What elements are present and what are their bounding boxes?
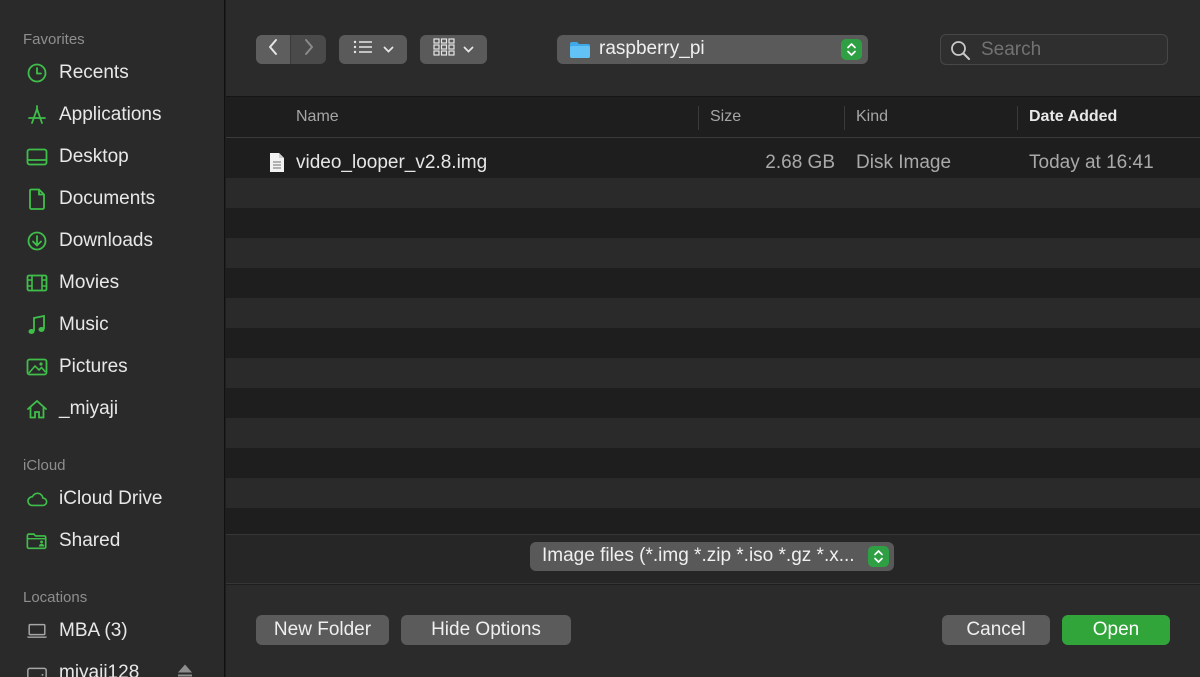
column-name[interactable]: Name — [296, 108, 339, 126]
file-list: video_looper_v2.8.img 2.68 GB Disk Image… — [226, 148, 1200, 534]
sidebar-item-label: Documents — [59, 188, 156, 209]
sidebar-item-label: Downloads — [59, 230, 153, 251]
row-stripe — [226, 298, 1200, 328]
sidebar-item-label: Applications — [59, 104, 162, 125]
file-type-filter-popup[interactable]: Image files (*.img *.zip *.iso *.gz *.x.… — [530, 542, 894, 571]
file-type-filter-label: Image files (*.img *.zip *.iso *.gz *.x.… — [542, 545, 855, 566]
search-icon — [950, 40, 971, 66]
sidebar-item-home[interactable]: _miyaji — [0, 391, 224, 427]
navigation-buttons — [256, 35, 326, 64]
sidebar-item-label: Desktop — [59, 146, 129, 167]
document-icon — [26, 188, 48, 210]
column-date-added[interactable]: Date Added — [1029, 108, 1117, 126]
column-divider[interactable] — [698, 106, 699, 130]
main-panel: raspberry_pi Name Size Kind Date Added — [226, 0, 1200, 677]
chevron-down-icon — [463, 41, 474, 59]
music-note-icon — [26, 314, 48, 336]
hide-options-button[interactable]: Hide Options — [401, 615, 571, 645]
column-size[interactable]: Size — [710, 108, 741, 126]
laptop-icon — [26, 620, 48, 642]
back-button[interactable] — [256, 35, 291, 64]
search-input[interactable] — [981, 38, 1161, 62]
options-bar: Image files (*.img *.zip *.iso *.gz *.x.… — [226, 534, 1200, 584]
sidebar-item-recents[interactable]: Recents — [0, 55, 224, 91]
sidebar-item-icloud-drive[interactable]: iCloud Drive — [0, 481, 224, 517]
sidebar-item-label: Pictures — [59, 356, 128, 377]
file-icon — [269, 152, 285, 178]
applications-icon — [26, 104, 48, 126]
column-kind[interactable]: Kind — [856, 108, 888, 126]
chevron-left-icon — [267, 38, 279, 61]
sidebar-item-shared[interactable]: Shared — [0, 523, 224, 559]
list-view-button[interactable] — [339, 35, 407, 64]
updown-chevron-icon — [868, 546, 889, 567]
shared-folder-icon — [26, 530, 48, 552]
section-title-favorites: Favorites — [23, 31, 85, 48]
sidebar-item-label: Recents — [59, 62, 129, 83]
row-stripe — [226, 178, 1200, 208]
row-stripe — [226, 418, 1200, 448]
updown-chevron-icon — [841, 39, 862, 60]
sidebar-item-label: MBA (3) — [59, 620, 128, 641]
dialog-footer: New Folder Hide Options Cancel Open — [226, 585, 1200, 677]
sidebar-item-label: miyaji128 — [59, 662, 140, 677]
sidebar-item-label: Movies — [59, 272, 120, 293]
file-kind: Disk Image — [856, 152, 952, 173]
row-stripe — [226, 358, 1200, 388]
open-button[interactable]: Open — [1062, 615, 1170, 645]
picture-icon — [26, 356, 48, 378]
toolbar: raspberry_pi — [226, 0, 1200, 97]
row-stripe — [226, 478, 1200, 508]
row-stripe — [226, 238, 1200, 268]
new-folder-button[interactable]: New Folder — [256, 615, 389, 645]
search-field[interactable] — [940, 34, 1168, 65]
sidebar-item-label: iCloud Drive — [59, 488, 163, 509]
disk-icon — [26, 662, 48, 677]
file-size: 2.68 GB — [765, 152, 835, 173]
film-icon — [26, 272, 48, 294]
sidebar-item-label: Shared — [59, 530, 121, 551]
sidebar: Favorites Recents Applications Desktop D… — [0, 0, 225, 677]
download-icon — [26, 230, 48, 252]
table-row[interactable]: video_looper_v2.8.img 2.68 GB Disk Image… — [226, 148, 1200, 178]
cloud-icon — [26, 488, 48, 510]
forward-button[interactable] — [291, 35, 326, 64]
file-name: video_looper_v2.8.img — [296, 152, 488, 173]
desktop-icon — [26, 146, 48, 168]
sidebar-item-downloads[interactable]: Downloads — [0, 223, 224, 259]
section-title-icloud: iCloud — [23, 457, 66, 474]
sidebar-item-label: Music — [59, 314, 109, 335]
sidebar-item-label: _miyaji — [59, 398, 119, 419]
folder-icon — [569, 41, 591, 64]
home-icon — [26, 398, 48, 420]
cancel-button[interactable]: Cancel — [942, 615, 1050, 645]
column-divider[interactable] — [1017, 106, 1018, 130]
clock-icon — [26, 62, 48, 84]
file-date-added: Today at 16:41 — [1029, 152, 1154, 173]
list-icon — [352, 39, 374, 60]
chevron-right-icon — [303, 38, 315, 61]
section-title-locations: Locations — [23, 589, 88, 606]
location-popup[interactable]: raspberry_pi — [557, 35, 868, 64]
sidebar-item-documents[interactable]: Documents — [0, 181, 224, 217]
eject-icon[interactable] — [177, 664, 193, 677]
sidebar-item-music[interactable]: Music — [0, 307, 224, 343]
chevron-down-icon — [383, 41, 394, 59]
grid-icon — [433, 38, 455, 61]
sidebar-item-miyaji128[interactable]: miyaji128 — [0, 655, 224, 677]
sidebar-item-mba[interactable]: MBA (3) — [0, 613, 224, 649]
sidebar-item-movies[interactable]: Movies — [0, 265, 224, 301]
sidebar-item-applications[interactable]: Applications — [0, 97, 224, 133]
column-divider[interactable] — [844, 106, 845, 130]
location-label: raspberry_pi — [599, 38, 705, 59]
sidebar-item-desktop[interactable]: Desktop — [0, 139, 224, 175]
grid-view-button[interactable] — [420, 35, 487, 64]
column-header: Name Size Kind Date Added — [226, 98, 1200, 138]
sidebar-item-pictures[interactable]: Pictures — [0, 349, 224, 385]
